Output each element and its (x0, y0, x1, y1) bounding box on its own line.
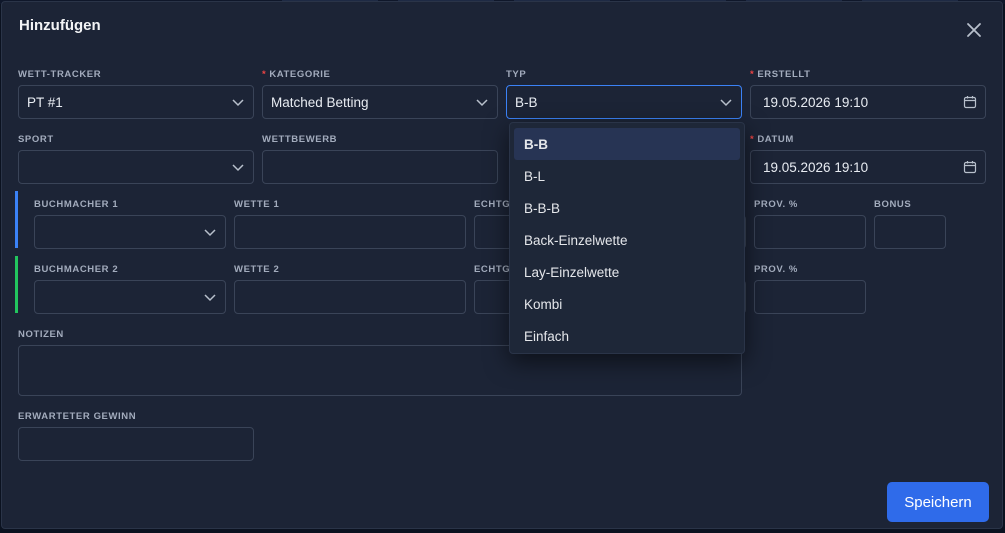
required-marker: * (750, 134, 755, 145)
type-option-b-b[interactable]: B-B (514, 128, 740, 160)
type-option-simple[interactable]: Einfach (514, 320, 740, 352)
close-icon (967, 23, 981, 37)
odds1-label: ECHTG (474, 199, 511, 210)
commission2-input[interactable] (754, 280, 866, 314)
type-select[interactable]: B-B (506, 85, 742, 119)
bookmaker2-label: BUCHMACHER 2 (34, 264, 119, 275)
bookmaker1-select[interactable] (34, 215, 226, 249)
bookmaker1-label: BUCHMACHER 1 (34, 199, 119, 210)
required-marker: * (262, 69, 267, 80)
type-dropdown-menu: B-B B-L B-B-B Back-Einzelwette Lay-Einze… (509, 122, 745, 354)
close-button[interactable] (964, 20, 984, 40)
type-option-b-l[interactable]: B-L (514, 160, 740, 192)
created-datetime-input[interactable]: 19.05.2026 19:10 (750, 85, 986, 119)
competition-label: WETTBEWERB (262, 134, 338, 145)
notes-label: NOTIZEN (18, 329, 64, 340)
commission1-label: PROV. % (754, 199, 798, 210)
type-value: B-B (515, 94, 538, 110)
competition-input[interactable] (262, 150, 498, 184)
bookmaker2-select[interactable] (34, 280, 226, 314)
bet2-label: WETTE 2 (234, 264, 280, 275)
odds2-label: ECHTG (474, 264, 511, 275)
tracker-select[interactable]: PT #1 (18, 85, 254, 119)
category-label: * KATEGORIE (262, 69, 331, 80)
chevron-down-icon (720, 99, 732, 107)
tracker-value: PT #1 (27, 94, 63, 110)
commission1-input[interactable] (754, 215, 866, 249)
created-label: * ERSTELLT (750, 69, 811, 80)
required-marker: * (750, 69, 755, 80)
expected-profit-input[interactable] (18, 427, 254, 461)
bonus1-input[interactable] (874, 215, 946, 249)
date-datetime-input[interactable]: 19.05.2026 19:10 (750, 150, 986, 184)
chevron-down-icon (232, 164, 244, 172)
bookmaker1-accent-bar (15, 191, 18, 248)
type-option-lay-single[interactable]: Lay-Einzelwette (514, 256, 740, 288)
chevron-down-icon (204, 294, 216, 302)
bonus1-label: BONUS (874, 199, 912, 210)
calendar-icon[interactable] (963, 95, 977, 109)
save-button[interactable]: Speichern (887, 482, 989, 522)
type-option-back-single[interactable]: Back-Einzelwette (514, 224, 740, 256)
type-option-b-b-b[interactable]: B-B-B (514, 192, 740, 224)
calendar-icon[interactable] (963, 160, 977, 174)
chevron-down-icon (232, 99, 244, 107)
commission2-label: PROV. % (754, 264, 798, 275)
bet1-label: WETTE 1 (234, 199, 280, 210)
chevron-down-icon (476, 99, 488, 107)
tracker-label: WETT-TRACKER (18, 69, 102, 80)
date-value: 19.05.2026 19:10 (763, 159, 869, 175)
date-label: * DATUM (750, 134, 794, 145)
bookmaker2-accent-bar (15, 256, 18, 313)
sport-select[interactable] (18, 150, 254, 184)
expected-profit-label: ERWARTETER GEWINN (18, 411, 137, 422)
add-bet-dialog: Hinzufügen WETT-TRACKER PT #1 * KATEGORIE… (1, 1, 1003, 529)
bet1-input[interactable] (234, 215, 466, 249)
sport-label: SPORT (18, 134, 54, 145)
type-option-combo[interactable]: Kombi (514, 288, 740, 320)
created-value: 19.05.2026 19:10 (763, 94, 869, 110)
dialog-title: Hinzufügen (19, 17, 101, 34)
category-select[interactable]: Matched Betting (262, 85, 498, 119)
category-value: Matched Betting (271, 94, 369, 110)
type-label: TYP (506, 69, 527, 80)
chevron-down-icon (204, 229, 216, 237)
bet2-input[interactable] (234, 280, 466, 314)
